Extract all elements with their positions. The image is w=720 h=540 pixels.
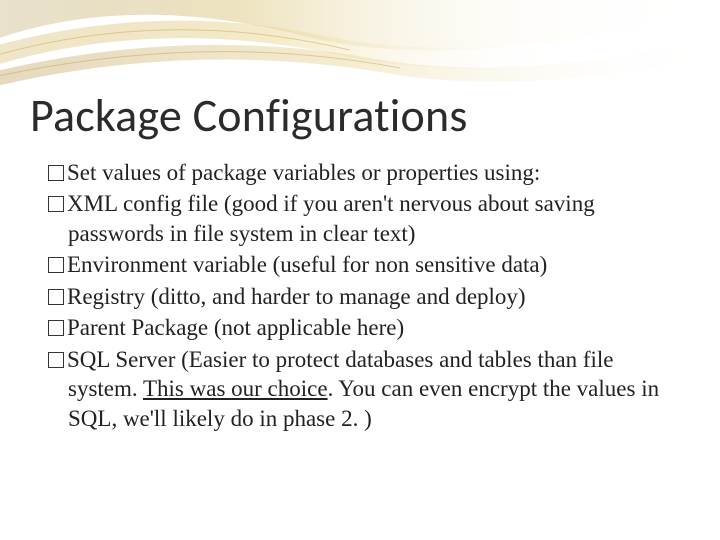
bullet-text-underline: This was our choice <box>143 376 328 401</box>
slide-title: Package Configurations <box>30 88 690 144</box>
list-item: Environment variable (useful for non sen… <box>48 250 680 279</box>
bullet-text: Environment variable (useful for non sen… <box>67 252 547 277</box>
list-item: Parent Package (not applicable here) <box>48 313 680 342</box>
square-bullet-icon <box>48 289 64 305</box>
square-bullet-icon <box>48 196 64 212</box>
list-item: SQL Server (Easier to protect databases … <box>48 345 680 433</box>
square-bullet-icon <box>48 352 64 368</box>
bullet-text: Parent Package (not applicable here) <box>67 315 404 340</box>
bullet-text: Set values of package variables or prope… <box>67 160 540 185</box>
list-item: Set values of package variables or prope… <box>48 158 680 187</box>
square-bullet-icon <box>48 320 64 336</box>
list-item: Registry (ditto, and harder to manage an… <box>48 282 680 311</box>
square-bullet-icon <box>48 165 64 181</box>
slide-content: Package Configurations Set values of pac… <box>0 0 720 433</box>
list-item: XML config file (good if you aren't nerv… <box>48 189 680 248</box>
square-bullet-icon <box>48 257 64 273</box>
bullet-text: XML config file (good if you aren't nerv… <box>67 191 595 245</box>
bullet-text: Registry (ditto, and harder to manage an… <box>67 284 526 309</box>
bullet-list: Set values of package variables or prope… <box>30 158 690 433</box>
